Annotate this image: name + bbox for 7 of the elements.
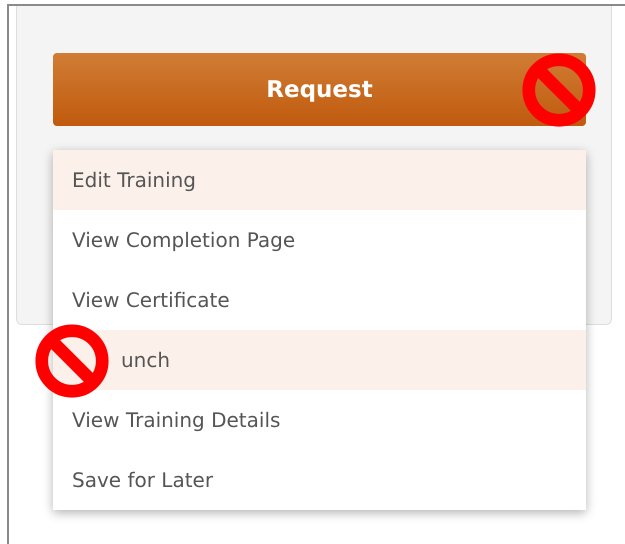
menu-item[interactable]: View Completion Page bbox=[53, 210, 586, 270]
menu-item[interactable]: Save for Later bbox=[53, 450, 586, 510]
menu-item[interactable]: View Certificate bbox=[53, 270, 586, 330]
menu-item[interactable]: unch bbox=[53, 330, 586, 390]
menu-item[interactable]: Edit Training bbox=[53, 150, 586, 210]
menu-item[interactable]: View Training Details bbox=[53, 390, 586, 450]
request-button[interactable]: Request bbox=[53, 53, 586, 126]
